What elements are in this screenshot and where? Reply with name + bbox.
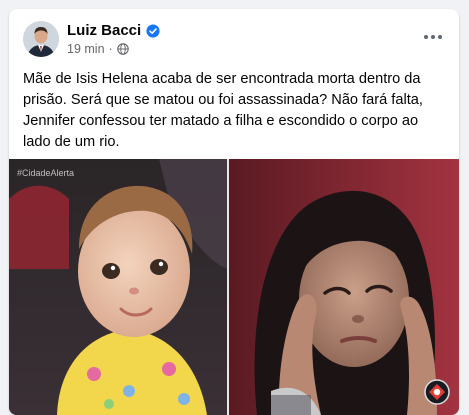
more-dot	[438, 35, 442, 39]
record-tv-logo	[424, 379, 450, 405]
post-text: Mãe de Isis Helena acaba de ser encontra…	[23, 71, 423, 150]
meta-separator: ·	[108, 42, 113, 56]
post-card: Luiz Bacci 19 min · Mãe de Isis Helena a…	[9, 9, 459, 415]
post-media[interactable]: #CidadeAlerta	[9, 159, 459, 415]
woman-photo	[229, 159, 459, 415]
author-name[interactable]: Luiz Bacci	[67, 22, 160, 39]
more-dot	[424, 35, 428, 39]
more-dot	[431, 35, 435, 39]
panel-divider	[227, 159, 229, 415]
toddler-photo: #CidadeAlerta	[9, 159, 227, 415]
post-timestamp[interactable]: 19 min	[67, 42, 105, 56]
more-options-icon[interactable]	[421, 29, 445, 45]
media-watermark: #CidadeAlerta	[17, 168, 74, 178]
post-meta: 19 min ·	[67, 42, 129, 56]
author-name-text[interactable]: Luiz Bacci	[67, 22, 141, 39]
author-avatar[interactable]	[23, 21, 59, 57]
globe-icon[interactable]	[116, 43, 129, 55]
verified-badge-icon	[146, 23, 160, 38]
